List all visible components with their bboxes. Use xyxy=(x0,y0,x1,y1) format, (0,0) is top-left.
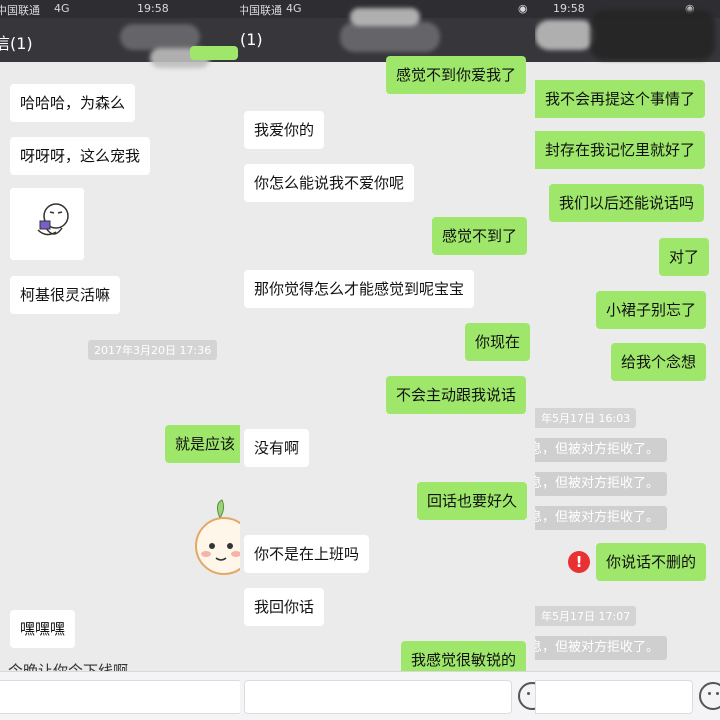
message-input[interactable] xyxy=(244,680,512,714)
redacted-name xyxy=(590,10,715,60)
message-bubble-incoming[interactable]: 那你觉得怎么才能感觉到呢宝宝 xyxy=(244,270,475,308)
message-bubble-outgoing[interactable]: 就是应该 xyxy=(165,425,240,463)
cartoon-sticker[interactable] xyxy=(10,188,84,260)
message-bubble-incoming[interactable]: 嘿嘿嘿 xyxy=(10,610,76,648)
input-bar xyxy=(535,671,720,720)
message-bubble-incoming[interactable]: 我爱你的 xyxy=(244,111,325,149)
rejected-notice: 息，但被对方拒收了。 xyxy=(535,472,668,496)
redacted-name xyxy=(120,24,200,50)
message-bubble-outgoing[interactable]: 回话也要好久 xyxy=(417,482,528,520)
message-bubble-outgoing[interactable]: 感觉不到你爱我了 xyxy=(386,56,527,94)
message-input[interactable] xyxy=(535,680,693,714)
message-bubble-incoming[interactable]: 我回你话 xyxy=(244,588,325,626)
rejected-notice: 息，但被对方拒收了。 xyxy=(535,438,668,462)
clock: 19:58 xyxy=(137,2,169,15)
chat-screenshot-collage: 中国联通 4G 19:58 信(1) 哈哈哈，为森么 呀呀呀，这么宠我 柯基很灵… xyxy=(0,0,720,720)
sticker-drawing xyxy=(37,203,69,236)
sticker-drawing xyxy=(195,499,240,575)
emoji-icon[interactable] xyxy=(518,682,535,710)
message-bubble-incoming[interactable]: 你怎么能说我不爱你呢 xyxy=(244,164,415,202)
emoji-icon[interactable] xyxy=(699,682,720,710)
chat-panel-2: 中国联通 4G ◉ (1) 感觉不到你爱我了 我爱你的 你怎么能说我不爱你呢 感… xyxy=(240,0,535,720)
message-bubble-incoming[interactable]: 没有啊 xyxy=(244,429,310,467)
redacted-name xyxy=(340,22,440,52)
chat-title: (1) xyxy=(240,30,263,49)
network-label: 4G xyxy=(54,2,70,15)
chat-title: 信(1) xyxy=(0,34,33,53)
message-bubble-outgoing[interactable]: 不会主动跟我说话 xyxy=(386,376,527,414)
redacted-name xyxy=(535,20,595,50)
message-bubble-outgoing[interactable]: 小裙子别忘了 xyxy=(596,291,707,329)
cartoon-sticker[interactable] xyxy=(190,498,240,584)
network-label: 4G xyxy=(286,2,302,15)
message-bubble-outgoing[interactable]: 给我个念想 xyxy=(611,343,707,381)
message-bubble-outgoing[interactable]: 我们以后还能说话吗 xyxy=(549,184,705,222)
carrier-label: 中国联通 xyxy=(0,4,40,17)
message-input[interactable] xyxy=(0,680,240,714)
carrier-label: 中国联通 xyxy=(240,4,282,17)
message-bubble-incoming[interactable]: 呀呀呀，这么宠我 xyxy=(10,137,151,175)
redacted-name xyxy=(350,8,420,26)
message-bubble-outgoing[interactable]: 对了 xyxy=(659,238,710,276)
message-bubble-outgoing[interactable]: 你说话不删的 xyxy=(596,543,707,581)
message-bubble-outgoing[interactable]: 你现在 xyxy=(465,323,531,361)
message-bubble-outgoing[interactable] xyxy=(190,46,238,60)
timestamp: 年5月17日 17:07 xyxy=(535,606,637,626)
clock: 19:58 xyxy=(553,2,585,15)
message-bubble-incoming[interactable]: 你不是在上班吗 xyxy=(244,535,370,573)
message-bubble-outgoing[interactable]: 感觉不到了 xyxy=(432,217,528,255)
location-icon: ◉ xyxy=(518,2,528,15)
input-bar xyxy=(0,671,240,720)
rejected-notice: 息，但被对方拒收了。 xyxy=(535,506,668,530)
error-icon[interactable]: ! xyxy=(568,551,590,573)
message-bubble-incoming[interactable]: 柯基很灵活嘛 xyxy=(10,276,121,314)
message-bubble-incoming[interactable]: 哈哈哈，为森么 xyxy=(10,84,136,122)
timestamp: 2017年3月20日 17:36 xyxy=(88,340,218,360)
timestamp: 年5月17日 16:03 xyxy=(535,408,637,428)
message-bubble-outgoing[interactable]: 我不会再提这个事情了 xyxy=(535,80,706,118)
chat-panel-3: 19:58 ◉ 我不会再提这个事情了 封存在我记忆里就好了 我们以后还能说话吗 … xyxy=(535,0,720,720)
status-bar: 中国联通 4G 19:58 xyxy=(0,0,240,18)
message-bubble-outgoing[interactable]: 封存在我记忆里就好了 xyxy=(535,131,706,169)
input-bar xyxy=(240,671,535,720)
chat-panel-1: 中国联通 4G 19:58 信(1) 哈哈哈，为森么 呀呀呀，这么宠我 柯基很灵… xyxy=(0,0,240,720)
rejected-notice: 息，但被对方拒收了。 xyxy=(535,636,668,660)
chat-header xyxy=(535,10,720,62)
